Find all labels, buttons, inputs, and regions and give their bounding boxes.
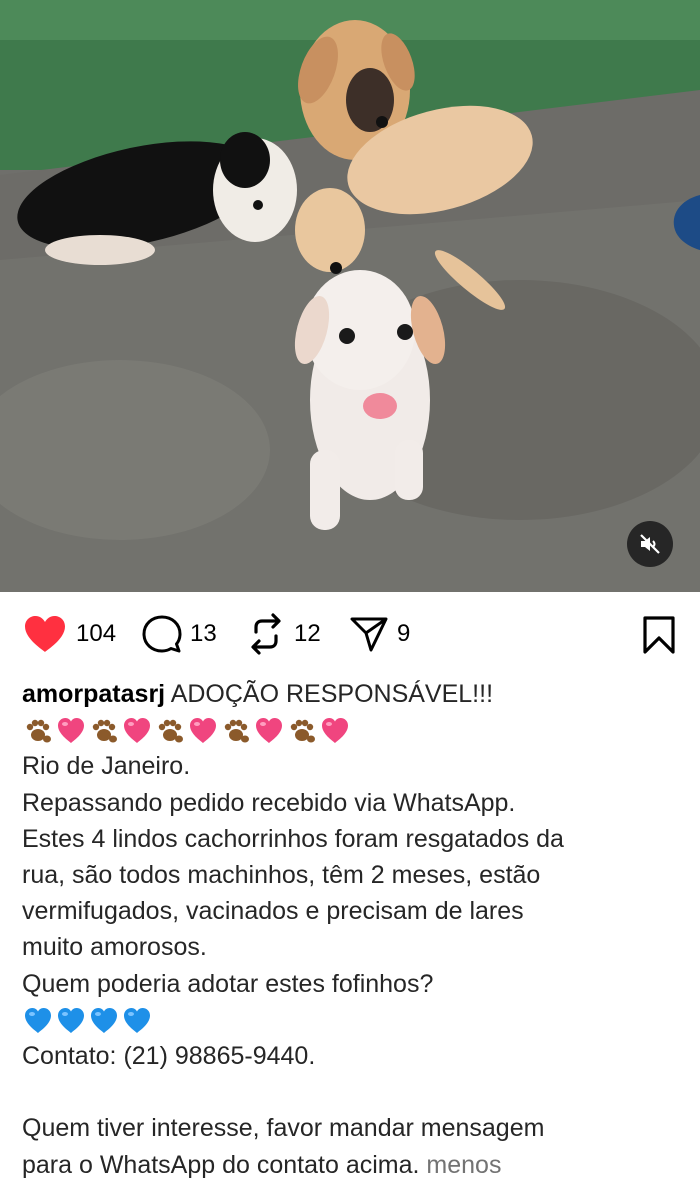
like-button[interactable]: 104 xyxy=(22,592,116,676)
username-link[interactable]: amorpatasrj xyxy=(22,680,165,708)
post-media[interactable] xyxy=(0,0,700,592)
emoji-row-paws-hearts xyxy=(22,712,678,748)
caption-line: Repassando pedido recebido via WhatsApp. xyxy=(22,788,516,817)
mute-button[interactable] xyxy=(627,521,673,567)
puppies-photo xyxy=(0,0,700,592)
caption-line: vermifugados, vacinados e precisam de la… xyxy=(22,897,524,926)
caption-line: Quem poderia adotar estes fofinhos? xyxy=(22,969,434,998)
caption-location: Rio de Janeiro. xyxy=(22,752,191,781)
heart-filled-icon xyxy=(25,616,65,652)
blue-heart-icon xyxy=(25,1007,51,1033)
repost-icon xyxy=(251,613,281,655)
paw-icon xyxy=(158,720,183,743)
heart-icon xyxy=(190,718,216,744)
comment-icon xyxy=(142,615,182,653)
paw-icon xyxy=(290,720,315,743)
caption-line: para o WhatsApp do contato acima. xyxy=(22,1150,420,1179)
paw-icon xyxy=(26,720,51,743)
share-button[interactable]: 9 xyxy=(349,592,410,676)
heart-icon xyxy=(256,718,282,744)
emoji-row-blue-hearts xyxy=(22,1002,678,1038)
caption-line: Quem tiver interesse, favor mandar mensa… xyxy=(22,1114,545,1143)
show-less-link[interactable]: menos xyxy=(426,1151,501,1179)
post: 104 13 12 9 amorpatasrj ADOÇÃO RESPONSÁV… xyxy=(0,0,700,1183)
blue-heart-icon xyxy=(124,1007,150,1033)
caption-line: Estes 4 lindos cachorrinhos foram resgat… xyxy=(22,824,564,853)
caption-line: rua, são todos machinhos, têm 2 meses, e… xyxy=(22,861,541,889)
bookmark-icon xyxy=(643,616,675,654)
repost-button[interactable]: 12 xyxy=(246,592,321,676)
paw-icon xyxy=(92,720,117,743)
paw-icon xyxy=(224,720,249,743)
caption-headline: ADOÇÃO RESPONSÁVEL!!! xyxy=(170,680,494,708)
comment-count: 13 xyxy=(190,620,217,647)
blue-heart-icon xyxy=(58,1007,84,1033)
speaker-muted-icon xyxy=(640,534,660,554)
heart-icon xyxy=(124,718,150,744)
blue-heart-icon xyxy=(91,1007,117,1033)
comment-button[interactable]: 13 xyxy=(142,592,217,676)
heart-icon xyxy=(322,718,348,744)
post-caption: amorpatasrj ADOÇÃO RESPONSÁVEL!!! Rio de… xyxy=(0,676,700,1183)
like-count: 104 xyxy=(76,620,117,647)
caption-line: muito amorosos. xyxy=(22,933,207,962)
action-bar: 104 13 12 9 xyxy=(0,592,700,676)
share-count: 9 xyxy=(397,620,411,647)
caption-contact: Contato: (21) 98865-9440. xyxy=(22,1042,316,1070)
save-button[interactable] xyxy=(642,616,676,659)
repost-count: 12 xyxy=(294,620,321,647)
heart-icon xyxy=(58,718,84,744)
send-icon xyxy=(350,617,388,652)
